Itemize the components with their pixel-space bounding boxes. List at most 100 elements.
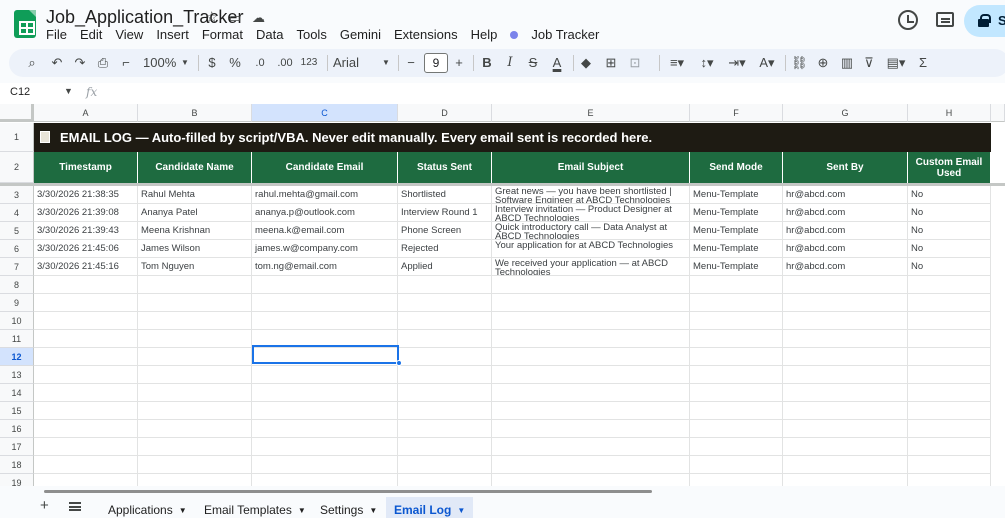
table-cell[interactable]: Quick introductory call — Data Analyst a…: [492, 222, 690, 240]
grid-cell[interactable]: [34, 456, 138, 474]
grid-cell[interactable]: [492, 330, 690, 348]
decrease-font-size-button[interactable]: −: [405, 49, 417, 77]
table-cell[interactable]: rahul.mehta@gmail.com: [252, 186, 398, 204]
menu-insert[interactable]: Insert: [156, 27, 189, 42]
row-header[interactable]: 12: [0, 348, 34, 366]
star-icon[interactable]: ☆: [205, 8, 218, 26]
table-cell[interactable]: 3/30/2026 21:39:08: [34, 204, 138, 222]
table-cell[interactable]: Menu-Template: [690, 240, 783, 258]
grid-cell[interactable]: [690, 438, 783, 456]
grid-cell[interactable]: [138, 420, 252, 438]
sheets-logo[interactable]: [14, 10, 36, 38]
table-cell[interactable]: No: [908, 222, 991, 240]
grid-cell[interactable]: [783, 438, 908, 456]
grid-cell[interactable]: [138, 348, 252, 366]
menu-edit[interactable]: Edit: [80, 27, 102, 42]
grid-cell[interactable]: [398, 312, 492, 330]
sheet-tab[interactable]: Email Log ▼: [386, 497, 474, 518]
grid-cell[interactable]: [908, 366, 991, 384]
menu-view[interactable]: View: [115, 27, 143, 42]
column-header[interactable]: F: [690, 104, 783, 122]
column-header[interactable]: E: [492, 104, 690, 122]
row-header[interactable]: 4: [0, 204, 34, 222]
grid-cell[interactable]: [138, 330, 252, 348]
comment-icon[interactable]: ⊕: [815, 49, 831, 77]
print-icon[interactable]: ⎙: [95, 49, 111, 77]
table-cell[interactable]: Great news — you have been shortlisted |…: [492, 186, 690, 204]
grid-cell[interactable]: [492, 474, 690, 486]
row-header[interactable]: 13: [0, 366, 34, 384]
table-cell[interactable]: meena.k@email.com: [252, 222, 398, 240]
grid-cell[interactable]: [783, 276, 908, 294]
column-header[interactable]: D: [398, 104, 492, 122]
row-header[interactable]: 19: [0, 474, 34, 486]
grid-cell[interactable]: [690, 366, 783, 384]
grid-cell[interactable]: [492, 294, 690, 312]
menu-tools[interactable]: Tools: [296, 27, 326, 42]
table-cell[interactable]: Your application for at ABCD Technologie…: [492, 240, 690, 258]
table-cell[interactable]: hr@abcd.com: [783, 258, 908, 276]
add-sheet-icon[interactable]: +: [40, 497, 49, 514]
grid-cell[interactable]: [138, 312, 252, 330]
menu-help[interactable]: Help: [471, 27, 498, 42]
align-icon[interactable]: ≡▾: [665, 49, 689, 77]
grid-cell[interactable]: [138, 456, 252, 474]
row-header[interactable]: 9: [0, 294, 34, 312]
table-cell[interactable]: Interview Round 1: [398, 204, 492, 222]
zoom-select[interactable]: 100%: [143, 49, 179, 77]
table-cell[interactable]: Meena Krishnan: [138, 222, 252, 240]
row-header[interactable]: 10: [0, 312, 34, 330]
grid-cell[interactable]: [398, 474, 492, 486]
table-cell[interactable]: 3/30/2026 21:39:43: [34, 222, 138, 240]
table-cell[interactable]: 3/30/2026 21:45:16: [34, 258, 138, 276]
grid-cell[interactable]: [252, 420, 398, 438]
table-cell[interactable]: tom.ng@email.com: [252, 258, 398, 276]
grid-cell[interactable]: [398, 348, 492, 366]
grid-cell[interactable]: [34, 312, 138, 330]
table-cell[interactable]: Ananya Patel: [138, 204, 252, 222]
grid-cell[interactable]: [908, 420, 991, 438]
row-header[interactable]: 8: [0, 276, 34, 294]
text-color-button[interactable]: A: [550, 49, 564, 77]
grid-cell[interactable]: [34, 348, 138, 366]
grid-cell[interactable]: [690, 294, 783, 312]
grid-cell[interactable]: [138, 474, 252, 486]
column-header[interactable]: C: [252, 104, 398, 122]
grid-cell[interactable]: [398, 402, 492, 420]
grid-cell[interactable]: [492, 438, 690, 456]
column-header[interactable]: A: [34, 104, 138, 122]
increase-decimal-button[interactable]: .00: [275, 49, 295, 77]
grid-cell[interactable]: [398, 330, 492, 348]
table-cell[interactable]: hr@abcd.com: [783, 186, 908, 204]
grid-cell[interactable]: [252, 438, 398, 456]
table-cell[interactable]: Menu-Template: [690, 186, 783, 204]
grid-cell[interactable]: [252, 402, 398, 420]
all-sheets-icon[interactable]: [69, 502, 81, 511]
grid-cell[interactable]: [690, 456, 783, 474]
grid-cell[interactable]: [252, 474, 398, 486]
table-cell[interactable]: No: [908, 258, 991, 276]
grid-cell[interactable]: [783, 402, 908, 420]
grid-cell[interactable]: [908, 438, 991, 456]
column-header-extra[interactable]: [991, 104, 1005, 122]
table-cell[interactable]: ananya.p@outlook.com: [252, 204, 398, 222]
table-cell[interactable]: Tom Nguyen: [138, 258, 252, 276]
font-size-input[interactable]: 9: [424, 53, 448, 73]
grid-cell[interactable]: [398, 384, 492, 402]
grid-cell[interactable]: [34, 474, 138, 486]
row-header[interactable]: 15: [0, 402, 34, 420]
grid-cell[interactable]: [34, 330, 138, 348]
grid-cell[interactable]: [690, 276, 783, 294]
paint-format-icon[interactable]: ⌐: [118, 49, 134, 77]
history-icon[interactable]: [898, 10, 918, 30]
zoom-caret-icon[interactable]: ▼: [180, 49, 190, 77]
row-header[interactable]: 18: [0, 456, 34, 474]
grid-cell[interactable]: [783, 420, 908, 438]
menu-file[interactable]: File: [46, 27, 67, 42]
row-header[interactable]: 3: [0, 186, 34, 204]
row-header[interactable]: 6: [0, 240, 34, 258]
table-cell[interactable]: Menu-Template: [690, 204, 783, 222]
grid-cell[interactable]: [908, 402, 991, 420]
column-header[interactable]: H: [908, 104, 991, 122]
grid-cell[interactable]: [783, 474, 908, 486]
